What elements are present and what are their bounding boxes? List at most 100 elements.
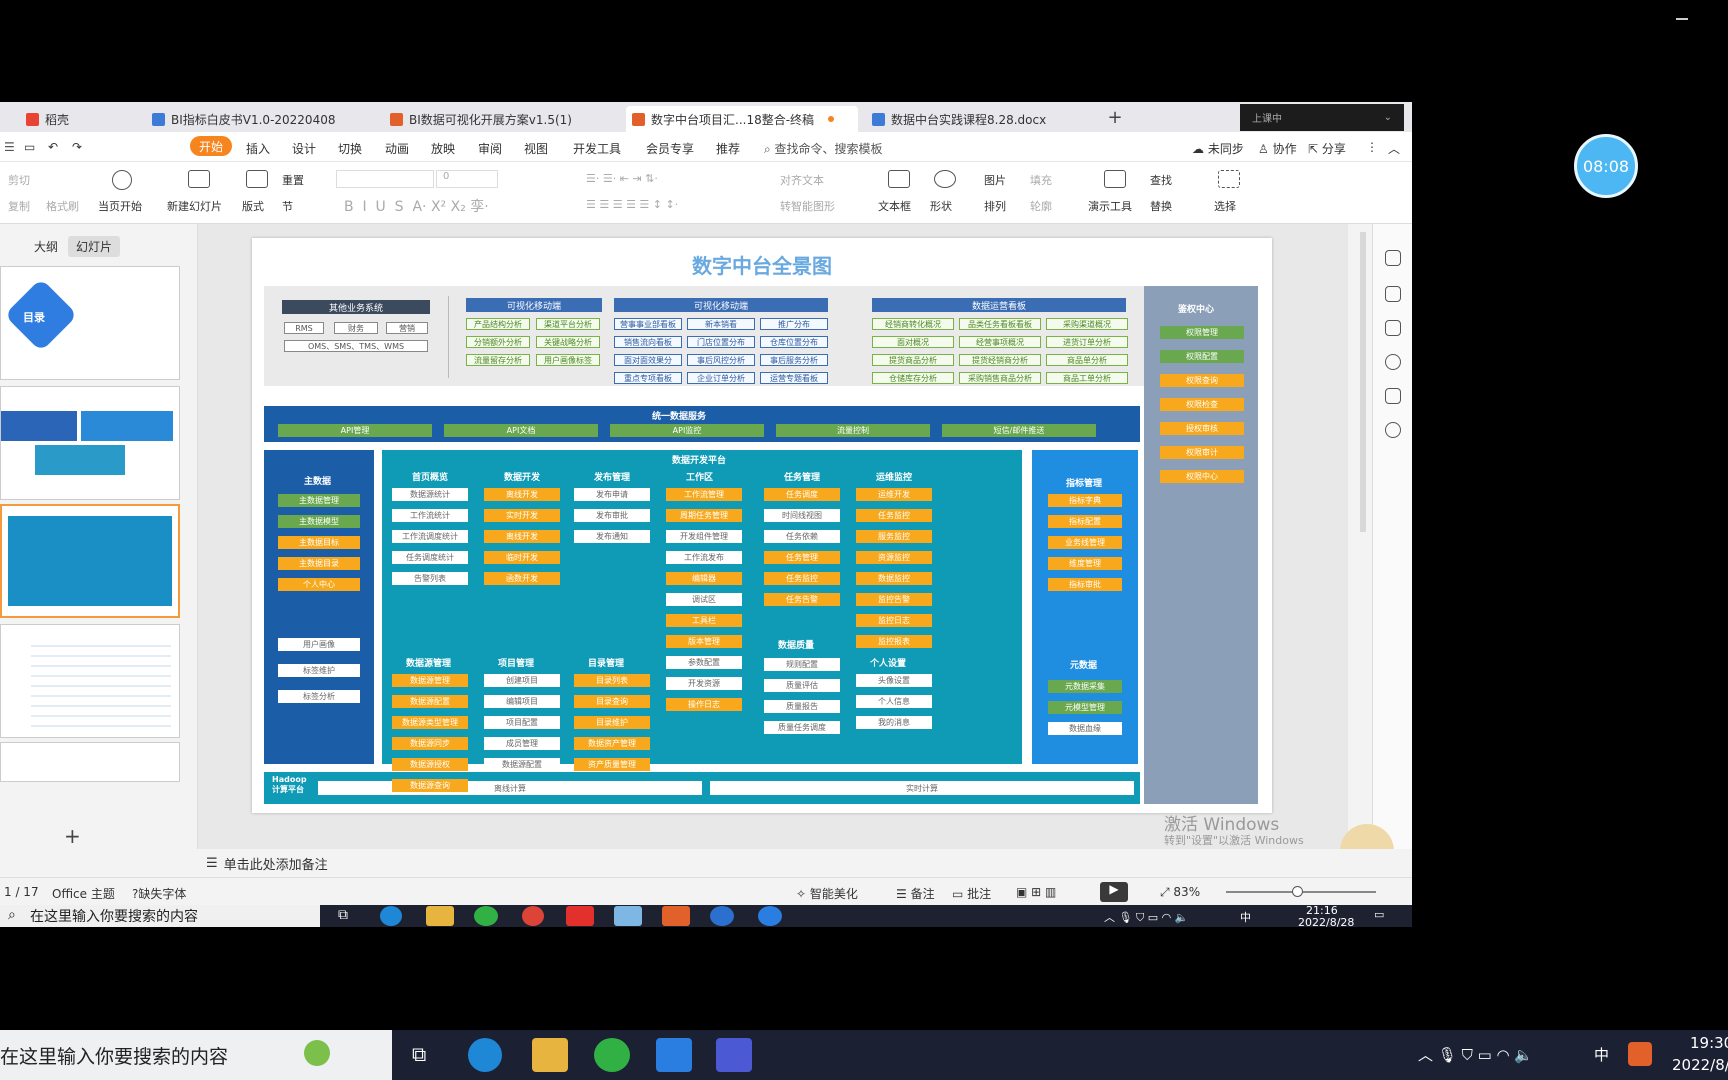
slide-thumbnail-1[interactable]: 目录 (0, 266, 180, 380)
reset-button[interactable]: 重置 (282, 172, 304, 188)
comments-toggle[interactable]: ▭ 批注 (952, 885, 991, 902)
collab-button[interactable]: ♙ 协作 (1258, 140, 1297, 157)
menu-design[interactable]: 设计 (292, 140, 316, 157)
command-search[interactable]: ⌕ 查找命令、搜索模板 (764, 140, 883, 157)
select-icon[interactable] (1218, 170, 1240, 188)
section-button[interactable]: 节 (282, 198, 293, 214)
font-size-select[interactable]: 0 (436, 170, 498, 188)
menu-slideshow[interactable]: 放映 (431, 140, 455, 157)
recording-indicator[interactable]: 上课中 ⌄ (1240, 104, 1404, 131)
tab-digital-platform[interactable]: 数字中台项目汇...18整合-终稿 (626, 106, 858, 132)
photos-icon[interactable] (716, 1038, 752, 1072)
edge-icon[interactable] (468, 1038, 502, 1072)
slide-thumbnail-2[interactable] (0, 386, 180, 500)
beautify-button[interactable]: ✧ 智能美化 (796, 885, 858, 902)
menu-icon[interactable]: ☰ (4, 140, 15, 154)
class-timer-badge[interactable]: 08:08 (1574, 134, 1638, 198)
add-slide-icon[interactable]: + (64, 824, 81, 848)
align-text-button[interactable]: 对齐文本 (780, 172, 824, 188)
tab-practice-course[interactable]: 数据中台实践课程8.28.docx (866, 106, 1076, 132)
help-icon[interactable] (1385, 354, 1401, 370)
slides-icon[interactable] (1385, 320, 1401, 336)
slide-thumbnail-4[interactable] (0, 624, 180, 738)
new-slide-button[interactable]: 新建幻灯片 (167, 198, 222, 214)
cut-button[interactable]: 剪切 (8, 172, 30, 188)
new-slide-icon[interactable] (188, 170, 210, 188)
fill-button[interactable]: 填充 (1030, 172, 1052, 188)
meeting-icon[interactable] (656, 1038, 692, 1072)
menu-view[interactable]: 视图 (524, 140, 548, 157)
file-explorer-icon[interactable] (532, 1038, 568, 1072)
sync-status[interactable]: ☁ 未同步 (1192, 140, 1244, 157)
task-view-icon[interactable]: ⧉ (412, 1042, 426, 1066)
present-tools-button[interactable]: 演示工具 (1088, 198, 1132, 214)
share-button[interactable]: ⇱ 分享 (1308, 140, 1346, 157)
wechat-icon[interactable] (474, 906, 498, 926)
present-tools-icon[interactable] (1104, 170, 1126, 188)
menu-insert[interactable]: 插入 (246, 140, 270, 157)
notes-app-icon[interactable] (614, 906, 642, 926)
menu-member[interactable]: 会员专享 (646, 140, 694, 157)
format-painter-button[interactable]: 格式刷 (46, 198, 79, 214)
menu-animation[interactable]: 动画 (385, 140, 409, 157)
textbox-button[interactable]: 文本框 (878, 198, 911, 214)
image-icon[interactable] (1385, 388, 1401, 404)
settings-sliders-icon[interactable] (1385, 250, 1401, 266)
find-button[interactable]: 查找 (1150, 172, 1172, 188)
bold-icon[interactable]: B I U S A· X² X₂ 孪· (344, 196, 489, 216)
minimize-icon[interactable] (1676, 18, 1688, 20)
zoom-control[interactable]: ⤢ 83% (1160, 885, 1200, 900)
paragraph-align-icon[interactable]: ☰ ☰ ☰ ☰ ☰ ↕ ↕· (586, 198, 678, 211)
tray-icons[interactable]: ︿ 🎙 ⛉ ▭ ◠ 🔈 (1418, 1044, 1533, 1065)
edge-icon[interactable] (380, 906, 402, 926)
more-icon[interactable]: ⋮ (1366, 140, 1378, 154)
slide-thumbnail-5[interactable] (0, 742, 180, 782)
slide[interactable]: 数字中台全景图 其他业务系统 RMS 财务 营销 OMS、SMS、TMS、WMS… (252, 238, 1272, 813)
layout-icon[interactable] (246, 170, 268, 188)
tab-bi-plan[interactable]: BI数据可视化开展方案v1.5(1) (384, 106, 584, 132)
ime-indicator[interactable]: 中 (1240, 909, 1251, 925)
chrome-icon[interactable] (522, 906, 544, 926)
ime-indicator[interactable]: 中 (1594, 1044, 1609, 1065)
notification-icon[interactable]: ▭ (1374, 908, 1384, 921)
redo-icon[interactable]: ↷ (72, 140, 82, 154)
tab-daoke[interactable]: 稻壳 (20, 106, 130, 132)
feishu-icon[interactable] (710, 906, 734, 926)
font-family-select[interactable] (336, 170, 434, 188)
star-icon[interactable] (1385, 286, 1401, 302)
replace-button[interactable]: 替换 (1150, 198, 1172, 214)
tray-icons[interactable]: ︿ 🎙 ⛉ ▭ ◠ 🔈 (1104, 909, 1188, 925)
textbox-icon[interactable] (888, 170, 910, 188)
menu-transition[interactable]: 切换 (338, 140, 362, 157)
sogou-icon[interactable] (1628, 1042, 1652, 1066)
select-button[interactable]: 选择 (1214, 198, 1236, 214)
save-icon[interactable]: ▭ (24, 140, 35, 154)
copy-button[interactable]: 复制 (8, 198, 30, 214)
menu-recommend[interactable]: 推荐 (716, 140, 740, 157)
view-normal-icon[interactable]: ▣ ⊞ ▥ (1016, 885, 1056, 899)
file-explorer-icon[interactable] (426, 906, 454, 926)
wechat-icon[interactable] (594, 1038, 630, 1072)
collapse-ribbon-icon[interactable]: ︿ (1388, 140, 1400, 157)
bullet-list-icon[interactable]: ☰· ☰· ⇤ ⇥ ⇅· (586, 172, 658, 185)
outer-taskbar-search[interactable]: 在这里输入你要搜索的内容 (0, 1030, 392, 1080)
new-tab-button[interactable]: + (1105, 106, 1125, 128)
arrange-button[interactable]: 排列 (984, 198, 1006, 214)
play-slideshow-icon[interactable]: ▶ (1100, 882, 1128, 902)
shape-icon[interactable] (934, 170, 956, 188)
wps-presentation-icon[interactable] (662, 906, 690, 926)
notes-toggle[interactable]: ☰ 备注 (896, 885, 935, 902)
task-view-icon[interactable]: ⧉ (338, 907, 348, 923)
play-current-button[interactable]: 当页开始 (98, 198, 142, 214)
tab-bi-whitepaper[interactable]: BI指标白皮书V1.0-20220408 (146, 106, 346, 132)
layout-button[interactable]: 版式 (242, 198, 264, 214)
undo-icon[interactable]: ↶ (48, 140, 58, 154)
shape-button[interactable]: 形状 (930, 198, 952, 214)
menu-dev-tools[interactable]: 开发工具 (573, 140, 621, 157)
inner-taskbar-search[interactable]: 在这里输入你要搜索的内容 (0, 905, 320, 927)
meeting-icon[interactable] (758, 906, 782, 926)
outline-button[interactable]: 轮廓 (1030, 198, 1052, 214)
play-icon[interactable] (112, 170, 132, 190)
menu-start[interactable]: 开始 (190, 136, 232, 156)
zoom-slider-handle[interactable] (1292, 886, 1303, 897)
